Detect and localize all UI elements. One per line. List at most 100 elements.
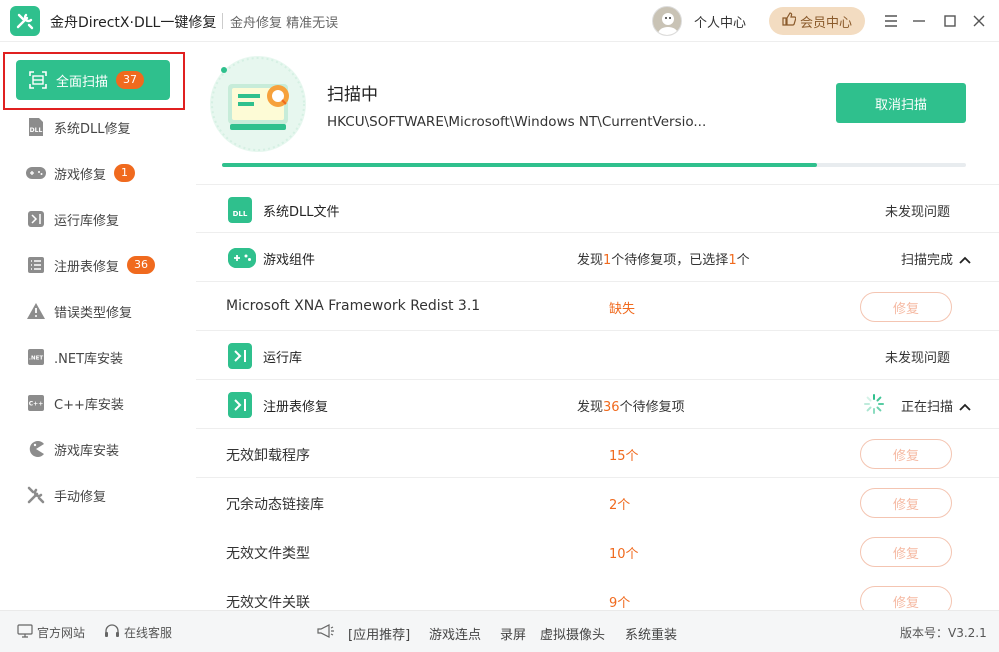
- thumbs-up-icon: [782, 12, 797, 30]
- sidebar-item-label: 游戏库安装: [54, 443, 120, 459]
- sidebar-item-label: 手动修复: [54, 489, 107, 505]
- section-game-components[interactable]: 游戏组件 发现1个待修复项，已选择1个 扫描完成: [196, 233, 999, 282]
- cancel-scan-button[interactable]: 取消扫描: [836, 83, 966, 123]
- item-value: 2个: [609, 498, 631, 513]
- online-support-label: 在线客服: [124, 626, 173, 640]
- sidebar-item-label: 系统DLL修复: [54, 121, 131, 137]
- menu-icon[interactable]: [880, 10, 902, 32]
- vip-center-button[interactable]: 会员中心: [769, 7, 865, 35]
- sidebar-item-error-type-repair[interactable]: 错误类型修复: [26, 299, 132, 323]
- title-bar: 金舟DirectX·DLL一键修复 金舟修复 精准无误 个人中心 会员中心: [0, 0, 999, 42]
- scan-icon: [28, 70, 48, 90]
- chevron-up-icon[interactable]: [959, 400, 971, 414]
- chevron-up-icon[interactable]: [959, 253, 971, 267]
- official-website-link[interactable]: 官方网站: [17, 624, 85, 641]
- sidebar-item-label: 错误类型修复: [54, 305, 133, 321]
- personal-center-link[interactable]: 个人中心: [694, 12, 746, 31]
- list-item: Microsoft XNA Framework Redist 3.1 缺失 修复: [196, 282, 999, 331]
- runtime-icon: [26, 209, 46, 229]
- official-website-label: 官方网站: [37, 626, 86, 640]
- headset-icon: [104, 624, 120, 641]
- sidebar-item-game-library-install[interactable]: 游戏库安装: [26, 437, 119, 461]
- sidebar-item-dotnet-install[interactable]: .NET .NET库安装: [26, 345, 123, 369]
- app-title: 金舟DirectX·DLL一键修复: [50, 15, 217, 31]
- app-logo-icon: [10, 6, 40, 36]
- sidebar-item-label: 运行库修复: [54, 213, 120, 229]
- list-item: 无效卸载程序 15个 修复: [196, 429, 999, 478]
- svg-text:DLL: DLL: [233, 210, 248, 218]
- sidebar-item-label: 游戏修复: [54, 167, 107, 183]
- item-value: 15个: [609, 449, 639, 464]
- scan-status-title: 扫描中: [327, 85, 378, 105]
- item-name: 冗余动态链接库: [226, 497, 324, 513]
- fix-button[interactable]: 修复: [860, 586, 952, 610]
- footer-link-screen-record[interactable]: 录屏: [500, 624, 526, 643]
- item-name: 无效卸载程序: [226, 448, 310, 464]
- count-badge: 36: [127, 256, 156, 274]
- avatar[interactable]: [652, 6, 682, 36]
- title-divider: [222, 13, 223, 29]
- item-value: 9个: [609, 596, 631, 610]
- runtime-icon: [228, 343, 252, 369]
- item-name: 无效文件类型: [226, 546, 310, 562]
- registry-icon: [228, 392, 252, 418]
- loading-spinner-icon: [864, 394, 884, 414]
- wrench-icon: [26, 485, 46, 505]
- item-name: Microsoft XNA Framework Redist 3.1: [226, 298, 481, 314]
- registry-icon: [26, 255, 46, 275]
- sidebar-item-runtime-repair[interactable]: 运行库修复: [26, 207, 119, 231]
- app-slogan: 金舟修复 精准无误: [230, 16, 339, 31]
- section-system-dll[interactable]: DLL 系统DLL文件 未发现问题: [196, 184, 999, 233]
- sidebar-item-manual-repair[interactable]: 手动修复: [26, 483, 106, 507]
- dotnet-icon: .NET: [26, 347, 46, 367]
- fix-button[interactable]: 修复: [860, 292, 952, 322]
- svg-text:DLL: DLL: [30, 127, 43, 134]
- maximize-icon[interactable]: [939, 10, 961, 32]
- section-runtime[interactable]: 运行库 未发现问题: [196, 331, 999, 380]
- pacman-icon: [26, 439, 46, 459]
- scan-progress-fill: [222, 163, 818, 167]
- fix-button[interactable]: 修复: [860, 488, 952, 518]
- item-value: 缺失: [609, 302, 636, 317]
- section-registry[interactable]: 注册表修复 发现36个待修复项 正在扫描: [196, 380, 999, 429]
- fix-button[interactable]: 修复: [860, 537, 952, 567]
- sidebar-item-game-repair[interactable]: 游戏修复 1: [26, 161, 136, 185]
- section-title: 注册表修复: [263, 400, 329, 415]
- sidebar-item-cpp-install[interactable]: C++ C++库安装: [26, 391, 124, 415]
- item-value: 10个: [609, 547, 639, 562]
- section-status: 未发现问题: [884, 351, 950, 366]
- fix-button[interactable]: 修复: [860, 439, 952, 469]
- sidebar-item-full-scan[interactable]: 全面扫描 37: [16, 60, 170, 100]
- minimize-icon[interactable]: [908, 10, 930, 32]
- count-badge: 1: [114, 164, 136, 182]
- sidebar-item-label: 注册表修复: [54, 259, 120, 275]
- list-item: 无效文件关联 9个 修复: [196, 576, 999, 610]
- online-support-link[interactable]: 在线客服: [104, 624, 172, 641]
- sidebar: 全面扫描 37 DLL 系统DLL修复 游戏修复 1 运行库修复 注册表修复 3…: [0, 42, 188, 610]
- count-badge: 37: [116, 71, 145, 89]
- gamepad-icon: [26, 163, 46, 183]
- item-name: 无效文件关联: [226, 595, 310, 610]
- warning-icon: [26, 301, 46, 321]
- dll-icon: DLL: [26, 117, 46, 137]
- monitor-icon: [17, 624, 33, 641]
- footer-link-system-reinstall[interactable]: 系统重装: [625, 624, 677, 643]
- list-item: 冗余动态链接库 2个 修复: [196, 478, 999, 527]
- footer-link-auto-clicker[interactable]: 游戏连点: [429, 624, 481, 643]
- footer-link-virtual-camera[interactable]: 虚拟摄像头: [540, 624, 605, 643]
- section-summary: 发现1个待修复项，已选择1个: [577, 253, 750, 268]
- section-status: 正在扫描: [901, 396, 971, 415]
- close-icon[interactable]: [968, 10, 990, 32]
- footer-bar: 官方网站 在线客服 [应用推荐] 游戏连点 录屏 虚拟摄像头 系统重装 版本号：…: [0, 610, 999, 652]
- version-label: 版本号：V3.2.1: [900, 626, 987, 640]
- vip-center-label: 会员中心: [799, 15, 852, 31]
- sidebar-item-label: .NET库安装: [54, 351, 124, 367]
- list-item: 无效文件类型 10个 修复: [196, 527, 999, 576]
- section-summary: 发现36个待修复项: [577, 400, 685, 415]
- app-recommend-label: [应用推荐]: [348, 628, 411, 643]
- scan-illustration: [210, 56, 306, 152]
- section-title: 运行库: [263, 351, 303, 366]
- sidebar-item-system-dll[interactable]: DLL 系统DLL修复: [26, 115, 131, 139]
- sidebar-item-registry-repair[interactable]: 注册表修复 36: [26, 253, 156, 277]
- svg-text:C++: C++: [29, 401, 43, 408]
